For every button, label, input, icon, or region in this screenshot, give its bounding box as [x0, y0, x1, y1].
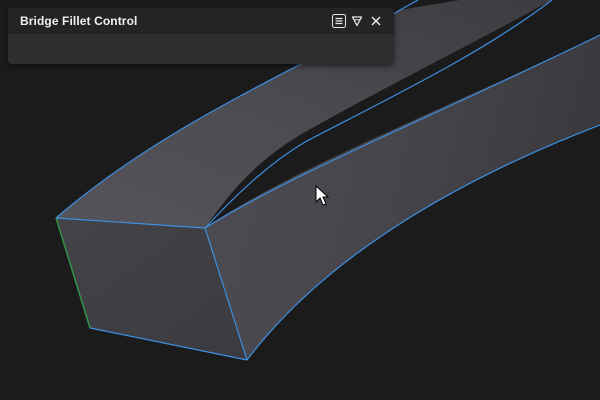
bridge-fillet-control-panel: Bridge Fillet Control: [8, 8, 394, 64]
collapse-triangle-icon[interactable]: [349, 13, 365, 29]
close-icon[interactable]: [368, 13, 384, 29]
panel-body: [8, 34, 394, 64]
panel-title: Bridge Fillet Control: [20, 14, 138, 28]
hamburger-menu-icon[interactable]: [331, 13, 347, 29]
panel-header[interactable]: Bridge Fillet Control: [8, 8, 394, 34]
